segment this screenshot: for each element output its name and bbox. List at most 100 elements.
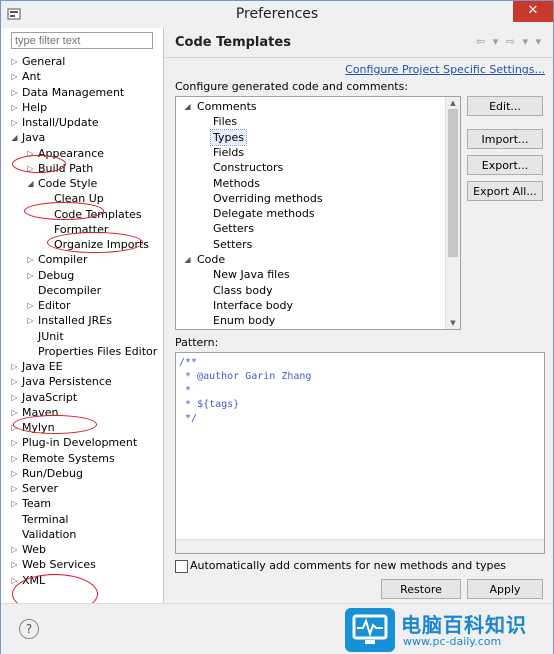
expanded-arrow-icon[interactable]: ◢ xyxy=(10,130,19,145)
template-item[interactable]: Overriding methods xyxy=(213,191,323,206)
collapsed-arrow-icon[interactable]: ▷ xyxy=(10,451,19,466)
collapsed-arrow-icon[interactable]: ▷ xyxy=(26,298,35,313)
collapsed-arrow-icon[interactable]: ▷ xyxy=(10,557,19,572)
template-item[interactable]: Delegate methods xyxy=(213,206,315,221)
tree-item[interactable]: ▷ General xyxy=(1,54,161,69)
collapsed-arrow-icon[interactable]: ▷ xyxy=(26,252,35,267)
auto-comments-checkbox[interactable] xyxy=(175,560,188,573)
export-button[interactable]: Export... xyxy=(467,155,543,175)
tree-item[interactable]: ▷ Ant xyxy=(1,69,161,84)
template-item[interactable]: Fields xyxy=(213,145,244,160)
tree-item[interactable]: ▷ Run/Debug xyxy=(1,466,161,481)
auto-comments-label[interactable]: Automatically add comments for new metho… xyxy=(190,559,506,572)
scroll-up-icon[interactable]: ▲ xyxy=(446,97,460,109)
collapsed-arrow-icon[interactable]: ▷ xyxy=(10,115,19,130)
templates-tree[interactable]: ▲ ▼ ◢ Comments Files Types Fields Constructor… xyxy=(175,96,461,330)
template-item[interactable]: Class body xyxy=(213,283,273,298)
tree-item-label: JavaScript xyxy=(22,390,78,404)
tree-item-label: Compiler xyxy=(38,253,88,267)
template-item[interactable]: New Java files xyxy=(213,267,290,282)
template-item[interactable]: Interface body xyxy=(213,298,293,313)
restore-defaults-button[interactable]: Restore Defaults xyxy=(381,579,461,615)
collapsed-arrow-icon[interactable]: ▷ xyxy=(10,466,19,481)
tree-item[interactable]: ▷ Java Persistence xyxy=(1,374,161,389)
template-item[interactable]: Types xyxy=(210,128,247,146)
tree-item[interactable]: ▷ Debug xyxy=(1,268,161,283)
annotation-ellipse xyxy=(24,202,104,220)
tree-item-label: Terminal xyxy=(22,512,69,526)
tree-item[interactable]: ▷ Remote Systems xyxy=(1,451,161,466)
tree-item-label: Java xyxy=(22,131,46,145)
tree-item[interactable]: Properties Files Editor xyxy=(1,344,161,359)
tree-item[interactable]: ▷ Editor xyxy=(1,298,161,313)
apply-button[interactable]: Apply xyxy=(467,579,543,599)
tree-item[interactable]: ▷ Web Services xyxy=(1,557,161,572)
collapsed-arrow-icon[interactable]: ▷ xyxy=(10,100,19,115)
tree-item[interactable]: ▷ Help xyxy=(1,100,161,115)
collapsed-arrow-icon[interactable]: ▷ xyxy=(10,481,19,496)
expanded-arrow-icon[interactable]: ◢ xyxy=(183,252,192,267)
collapsed-arrow-icon[interactable]: ▷ xyxy=(10,359,19,374)
template-item[interactable]: Constructors xyxy=(213,160,283,175)
tree-item[interactable]: Validation xyxy=(1,527,161,542)
filter-input[interactable] xyxy=(11,32,153,49)
template-item[interactable]: Setters xyxy=(213,237,252,252)
template-item-label: Code xyxy=(197,253,226,266)
collapsed-arrow-icon[interactable]: ▷ xyxy=(10,54,19,69)
tree-item[interactable]: ▷ Java EE xyxy=(1,359,161,374)
history-nav-icons[interactable]: ⇦ ▾ ⇨ ▾ ▾ xyxy=(476,35,543,48)
tree-item[interactable]: ▷ Compiler xyxy=(1,252,161,267)
close-button[interactable]: ✕ xyxy=(513,1,553,22)
expanded-arrow-icon[interactable]: ◢ xyxy=(183,99,192,114)
tree-item[interactable]: Terminal xyxy=(1,512,161,527)
page-title: Code Templates xyxy=(175,35,291,50)
tree-item[interactable]: ▷ Team xyxy=(1,496,161,511)
collapsed-arrow-icon[interactable]: ▷ xyxy=(10,390,19,405)
watermark-url: www.pc-daily.com xyxy=(403,635,502,648)
export-all-button[interactable]: Export All... xyxy=(467,181,543,201)
template-item-label: Constructors xyxy=(213,161,284,175)
collapsed-arrow-icon[interactable]: ▷ xyxy=(26,268,35,283)
template-item[interactable]: ◢ Code xyxy=(184,252,226,267)
pattern-editor[interactable]: /** * @author Garin Zhang * * ${tags} */ xyxy=(175,352,545,554)
collapsed-arrow-icon[interactable]: ▷ xyxy=(10,374,19,389)
template-item[interactable]: Files xyxy=(213,114,237,129)
tree-item[interactable]: ▷ Data Management xyxy=(1,85,161,100)
code-templates-page: Code Templates ⇦ ▾ ⇨ ▾ ▾ Configure Proje… xyxy=(164,28,553,615)
template-item[interactable]: Enum body xyxy=(213,313,275,328)
tree-item-label: Remote Systems xyxy=(22,451,115,465)
edit-button[interactable]: Edit... xyxy=(467,96,543,116)
collapsed-arrow-icon[interactable]: ▷ xyxy=(10,496,19,511)
tree-item[interactable]: ▷ Server xyxy=(1,481,161,496)
tree-item[interactable]: ▷ Web xyxy=(1,542,161,557)
template-item-label: Setters xyxy=(213,237,253,251)
tree-item[interactable]: ▷ Plug-in Development xyxy=(1,435,161,450)
tree-item[interactable]: Decompiler xyxy=(1,283,161,298)
collapsed-arrow-icon[interactable]: ▷ xyxy=(10,69,19,84)
collapsed-arrow-icon[interactable]: ▷ xyxy=(10,85,19,100)
collapsed-arrow-icon[interactable]: ▷ xyxy=(10,405,19,420)
tree-item[interactable]: ▷ JavaScript xyxy=(1,390,161,405)
import-button[interactable]: Import... xyxy=(467,129,543,149)
tree-item[interactable]: ▷ Installed JREs xyxy=(1,313,161,328)
pattern-hscrollbar[interactable] xyxy=(176,539,544,553)
template-item[interactable]: Getters xyxy=(213,221,254,236)
collapsed-arrow-icon[interactable]: ▷ xyxy=(10,542,19,557)
scroll-down-icon[interactable]: ▼ xyxy=(446,317,460,329)
dialog-footer: ? 电脑百科知识 www.pc-daily.com xyxy=(1,603,553,654)
tree-item-label: Ant xyxy=(22,70,41,84)
tree-item[interactable]: ▷ Install/Update xyxy=(1,115,161,130)
tree-item[interactable]: ◢ Java xyxy=(1,130,161,145)
tree-item[interactable]: ◢ Code Style xyxy=(1,176,161,191)
scroll-thumb[interactable] xyxy=(448,109,458,257)
tree-item-label: Help xyxy=(22,100,48,114)
collapsed-arrow-icon[interactable]: ▷ xyxy=(26,313,35,328)
collapsed-arrow-icon[interactable]: ▷ xyxy=(10,435,19,450)
help-icon[interactable]: ? xyxy=(19,619,39,639)
template-item[interactable]: Methods xyxy=(213,176,260,191)
project-specific-settings-link[interactable]: Configure Project Specific Settings... xyxy=(345,63,545,76)
tree-item[interactable]: JUnit xyxy=(1,329,161,344)
expanded-arrow-icon[interactable]: ◢ xyxy=(26,176,35,191)
template-item[interactable]: ◢ Comments xyxy=(184,99,256,114)
templates-scrollbar[interactable]: ▲ ▼ xyxy=(445,97,460,329)
